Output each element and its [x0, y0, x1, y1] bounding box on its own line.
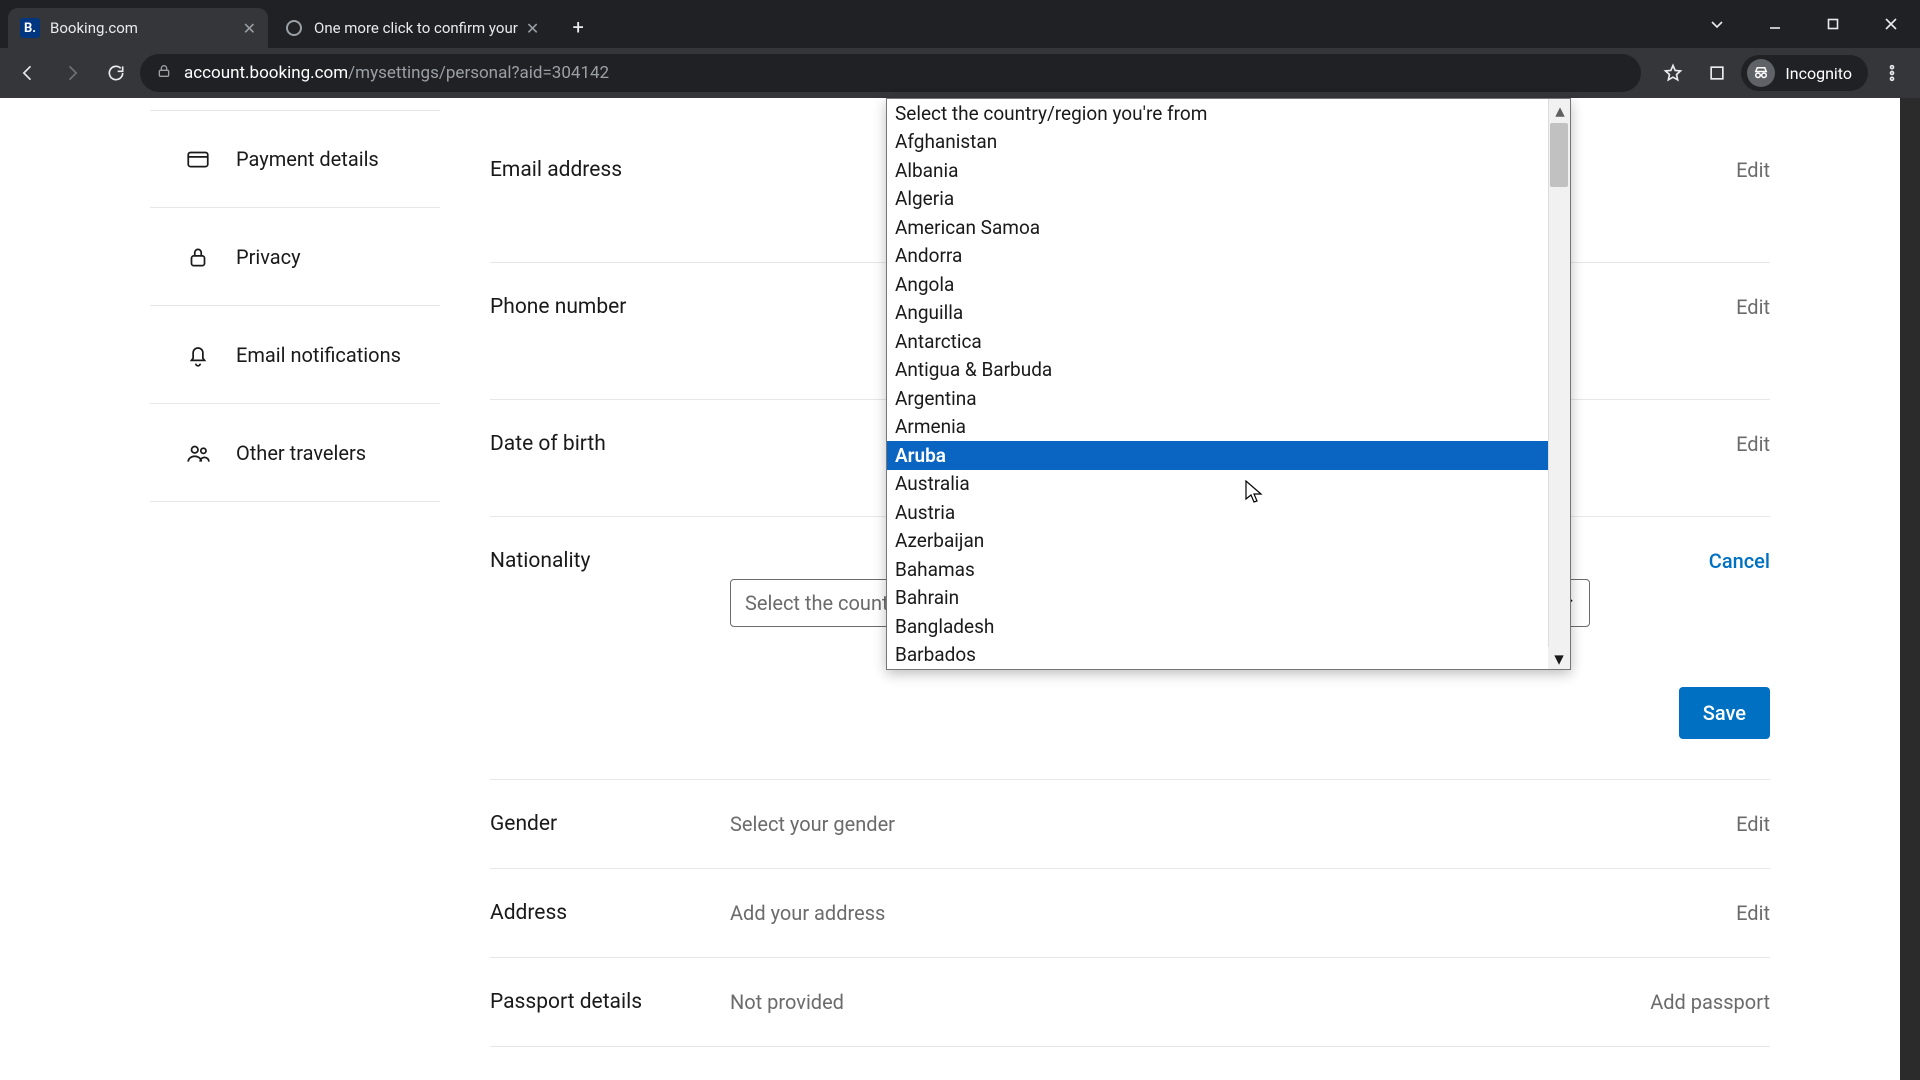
close-icon[interactable]: ✕ — [243, 19, 256, 38]
page-content: Payment details Privacy Email notificati… — [0, 98, 1920, 1080]
dropdown-option[interactable]: Argentina — [887, 384, 1570, 413]
dropdown-option[interactable]: Aruba — [887, 441, 1570, 470]
dropdown-option[interactable]: Select the country/region you're from — [887, 99, 1570, 128]
dropdown-option[interactable]: Bahamas — [887, 555, 1570, 584]
credit-card-icon — [176, 146, 220, 172]
extensions-icon[interactable] — [1697, 53, 1737, 93]
lock-icon — [156, 63, 172, 84]
field-value: Add your address — [730, 901, 1590, 925]
field-label: Email address — [490, 158, 730, 182]
sidebar-item-label: Email notifications — [236, 343, 401, 367]
browser-toolbar: account.booking.com/mysettings/personal?… — [0, 48, 1920, 98]
save-button[interactable]: Save — [1679, 687, 1770, 739]
dropdown-option[interactable]: Andorra — [887, 242, 1570, 271]
dropdown-option[interactable]: Anguilla — [887, 299, 1570, 328]
dropdown-option[interactable]: American Samoa — [887, 213, 1570, 242]
dropdown-option[interactable]: Bangladesh — [887, 612, 1570, 641]
tab-strip: B. Booking.com ✕ One more click to confi… — [0, 0, 595, 48]
dropdown-scrollbar[interactable]: ▴ — [1548, 99, 1570, 669]
field-passport: Passport details Not provided Add passpo… — [490, 958, 1770, 1047]
dropdown-option[interactable]: Azerbaijan — [887, 527, 1570, 556]
dropdown-option[interactable]: Angola — [887, 270, 1570, 299]
field-value: Select your gender — [730, 812, 1590, 836]
scroll-thumb[interactable] — [1550, 123, 1568, 187]
browser-titlebar: B. Booking.com ✕ One more click to confi… — [0, 0, 1920, 48]
sidebar-item-payment[interactable]: Payment details — [150, 110, 440, 208]
sidebar-item-email-notifications[interactable]: Email notifications — [150, 306, 440, 404]
tab-title: One more click to confirm your — [314, 19, 518, 37]
maximize-button[interactable] — [1804, 4, 1862, 44]
dropdown-option[interactable]: Bahrain — [887, 584, 1570, 613]
tab-confirm[interactable]: One more click to confirm your ✕ — [272, 8, 551, 48]
close-icon[interactable]: ✕ — [526, 19, 539, 38]
field-value: Not provided — [730, 990, 1590, 1014]
minimize-button[interactable] — [1746, 4, 1804, 44]
edit-link[interactable]: Edit — [1590, 432, 1770, 456]
favicon-booking: B. — [20, 18, 40, 38]
edit-link[interactable]: Edit — [1590, 901, 1770, 925]
field-label: Passport details — [490, 990, 730, 1014]
tab-title: Booking.com — [50, 19, 235, 37]
dropdown-option[interactable]: Australia — [887, 470, 1570, 499]
bell-icon — [176, 342, 220, 368]
tab-booking[interactable]: B. Booking.com ✕ — [8, 8, 268, 48]
dropdown-option[interactable]: Armenia — [887, 413, 1570, 442]
users-icon — [176, 440, 220, 466]
field-label: Date of birth — [490, 432, 730, 456]
field-label: Address — [490, 901, 730, 925]
settings-sidebar: Payment details Privacy Email notificati… — [0, 110, 440, 1047]
dropdown-option[interactable]: Austria — [887, 498, 1570, 527]
sidebar-item-label: Other travelers — [236, 441, 366, 465]
dropdown-option[interactable]: Albania — [887, 156, 1570, 185]
dropdown-option[interactable]: Afghanistan — [887, 128, 1570, 157]
incognito-label: Incognito — [1785, 64, 1852, 83]
lock-icon — [176, 244, 220, 270]
edit-link[interactable]: Edit — [1590, 295, 1770, 319]
dropdown-option[interactable]: Barbados — [887, 641, 1570, 670]
sidebar-item-label: Privacy — [236, 245, 301, 269]
field-gender: Gender Select your gender Edit — [490, 780, 1770, 869]
close-window-button[interactable] — [1862, 4, 1920, 44]
save-row: Save — [490, 659, 1770, 780]
incognito-badge[interactable]: Incognito — [1741, 55, 1868, 91]
dropdown-option[interactable]: Antarctica — [887, 327, 1570, 356]
url-host: account.booking.com — [184, 63, 348, 83]
url-path: /mysettings/personal?aid=304142 — [348, 63, 609, 83]
edit-link[interactable]: Edit — [1590, 812, 1770, 836]
scroll-up-arrow[interactable]: ▴ — [1549, 99, 1571, 121]
add-passport-link[interactable]: Add passport — [1590, 990, 1770, 1014]
cancel-link[interactable]: Cancel — [1590, 549, 1770, 573]
address-bar[interactable]: account.booking.com/mysettings/personal?… — [140, 54, 1641, 92]
dropdown-option[interactable]: Algeria — [887, 185, 1570, 214]
field-label: Gender — [490, 812, 730, 836]
back-button[interactable] — [8, 53, 48, 93]
page-scrollbar[interactable] — [1900, 98, 1920, 1080]
scroll-down-arrow[interactable]: ▾ — [1548, 647, 1570, 669]
reload-button[interactable] — [96, 53, 136, 93]
favicon-generic — [284, 18, 304, 38]
sidebar-item-label: Payment details — [236, 147, 379, 171]
edit-link[interactable]: Edit — [1590, 158, 1770, 182]
field-label: Phone number — [490, 295, 730, 319]
nationality-dropdown[interactable]: ▴ ▾ Select the country/region you're fro… — [886, 98, 1571, 670]
menu-icon[interactable] — [1872, 53, 1912, 93]
sidebar-item-privacy[interactable]: Privacy — [150, 208, 440, 306]
forward-button[interactable] — [52, 53, 92, 93]
incognito-icon — [1747, 59, 1775, 87]
field-address: Address Add your address Edit — [490, 869, 1770, 958]
star-icon[interactable] — [1653, 53, 1693, 93]
field-label: Nationality — [490, 549, 730, 573]
dropdown-option[interactable]: Antigua & Barbuda — [887, 356, 1570, 385]
chevron-down-icon[interactable] — [1688, 4, 1746, 44]
window-controls — [1688, 0, 1920, 48]
sidebar-item-other-travelers[interactable]: Other travelers — [150, 404, 440, 502]
new-tab-button[interactable]: + — [561, 10, 595, 44]
